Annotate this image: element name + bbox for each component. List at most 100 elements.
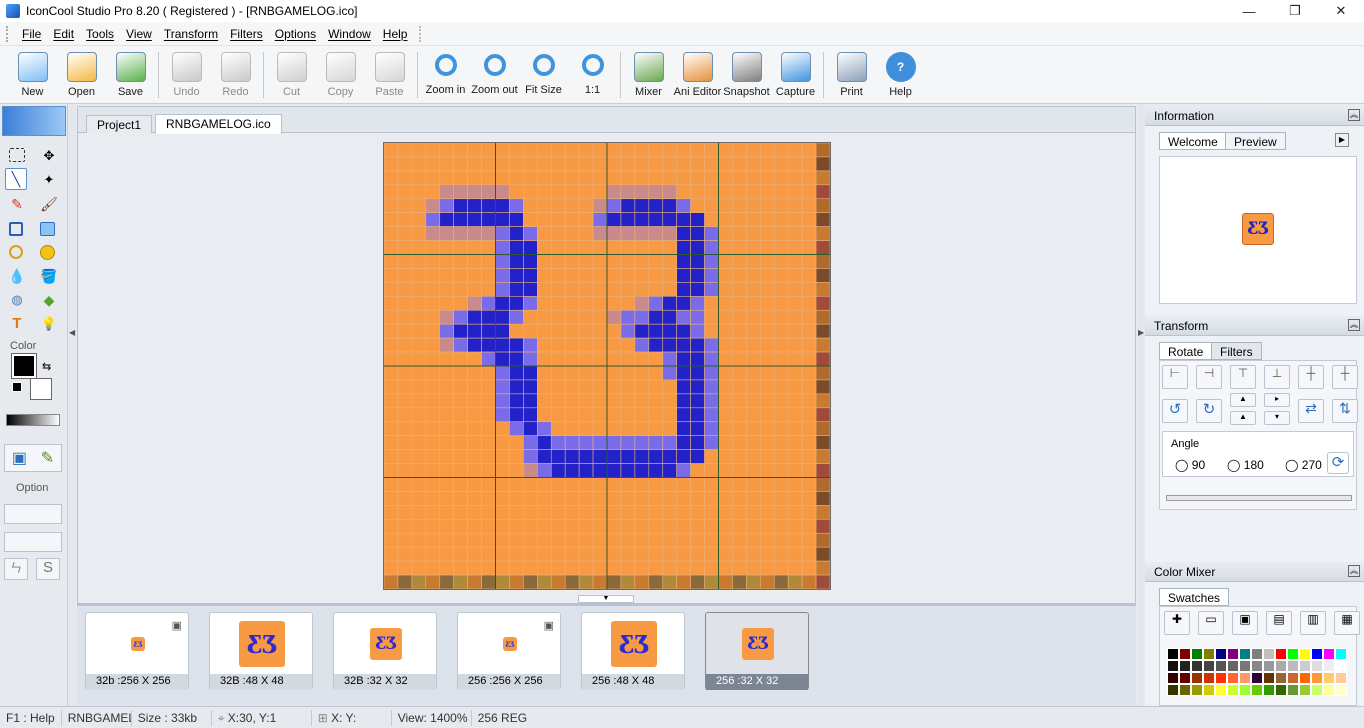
pixel-cell[interactable] [704,268,719,283]
pixel-cell[interactable] [760,268,775,283]
pixel-cell[interactable] [550,379,566,395]
pixel-cell[interactable] [523,532,538,548]
pixel-cell[interactable] [815,421,830,436]
pixel-cell[interactable] [815,170,830,186]
pixel-cell[interactable] [481,143,496,158]
align-left-icon[interactable]: ⊢ [1162,365,1188,389]
pixel-cell[interactable] [760,546,775,562]
pixel-cell[interactable] [564,198,580,213]
pixel-cell[interactable] [801,449,817,464]
pixel-cell[interactable] [397,226,413,241]
pixel-cell[interactable] [718,574,733,589]
pixel-cell[interactable] [732,546,747,562]
pixel-cell[interactable] [732,421,747,436]
pixel-cell[interactable] [495,184,510,200]
pixel-cell[interactable] [620,379,636,395]
pixel-cell[interactable] [495,560,510,576]
pixel-cell[interactable] [801,379,817,395]
pixel-cell[interactable] [467,254,482,269]
format-thumbnail[interactable]: ƸƷ ▣ 256 :256 X 256 [457,612,561,690]
color-swatch[interactable] [1311,660,1323,672]
pixel-cell[interactable] [439,519,454,534]
angle-180-radio[interactable]: ◯ 180 [1227,458,1264,472]
pixel-cell[interactable] [578,309,594,325]
pixel-cell[interactable] [509,379,524,395]
pixel-cell[interactable] [648,407,664,423]
pixel-cell[interactable] [578,170,594,186]
pixel-cell[interactable] [578,226,594,241]
pixel-cell[interactable] [384,212,399,227]
curve-option-icon[interactable]: S [36,558,60,580]
pixel-cell[interactable] [787,156,803,172]
color-swatch[interactable] [1263,672,1275,684]
pixel-cell[interactable] [732,268,747,283]
color-mixer-collapse-icon[interactable]: ︽ [1348,565,1360,577]
pixel-cell[interactable] [662,240,677,255]
pixel-cell[interactable] [676,532,691,548]
pixel-cell[interactable] [439,323,454,339]
pixel-cell[interactable] [773,421,789,436]
pixel-cell[interactable] [620,421,636,436]
pixel-cell[interactable] [397,143,413,158]
info-next-icon[interactable]: ▶ [1335,133,1349,147]
pixel-cell[interactable] [787,143,803,158]
pixel-cell[interactable] [732,379,747,395]
pixel-cell[interactable] [718,532,733,548]
pixel-cell[interactable] [384,519,399,534]
pixel-cell[interactable] [634,156,650,172]
pixel-cell[interactable] [690,449,705,464]
pixel-cell[interactable] [787,519,803,534]
pixel-cell[interactable] [718,449,733,464]
pixel-cell[interactable] [787,574,803,589]
pixel-cell[interactable] [550,491,566,506]
menu-options[interactable]: Options [269,27,322,41]
pixel-cell[interactable] [592,170,608,186]
pixel-cell[interactable] [718,282,733,297]
pixel-cell[interactable] [676,491,691,506]
pixel-cell[interactable] [634,407,650,423]
pixel-cell[interactable] [411,519,427,534]
pixel-cell[interactable] [439,532,454,548]
copy-button[interactable]: Copy [316,46,365,102]
pixel-cell[interactable] [815,309,830,325]
pixel-cell[interactable] [411,254,427,269]
pixel-cell[interactable] [495,505,510,520]
pixel-cell[interactable] [634,532,650,548]
pixel-cell[interactable] [704,282,719,297]
pixel-cell[interactable] [732,212,747,227]
pixel-cell[interactable] [662,532,677,548]
pixel-cell[interactable] [495,268,510,283]
pixel-cell[interactable] [537,309,552,325]
pixel-cell[interactable] [425,254,441,269]
pixel-cell[interactable] [481,463,496,478]
fill-bucket-tool-icon[interactable]: 🪣 [38,266,60,288]
pixel-cell[interactable] [634,351,650,367]
pixel-cell[interactable] [564,463,580,478]
pixel-cell[interactable] [384,170,399,186]
pixel-cell[interactable] [467,574,482,589]
pixel-cell[interactable] [815,574,830,589]
pixel-cell[interactable] [397,560,413,576]
pixel-cell[interactable] [467,143,482,158]
pixel-cell[interactable] [550,477,566,492]
format-thumbnail[interactable]: ƸƷ 256 :32 X 32 [705,612,809,690]
pixel-cell[interactable] [578,156,594,172]
pixel-cell[interactable] [411,212,427,227]
pixel-cell[interactable] [648,435,664,450]
color-swatch[interactable] [1179,672,1191,684]
pixel-cell[interactable] [453,184,468,200]
pixel-cell[interactable] [550,393,566,409]
pixel-cell[interactable] [787,393,803,409]
pixel-cell[interactable] [578,184,594,200]
pixel-cell[interactable] [648,240,664,255]
pixel-cell[interactable] [662,574,677,589]
color-swatch[interactable] [1299,648,1311,660]
pixel-cell[interactable] [704,393,719,409]
pixel-cell[interactable] [634,240,650,255]
pixel-cell[interactable] [537,532,552,548]
pixel-cell[interactable] [606,491,622,506]
pixel-cell[interactable] [760,198,775,213]
pixel-cell[interactable] [718,435,733,450]
pixel-cell[interactable] [662,282,677,297]
pixel-cell[interactable] [662,560,677,576]
